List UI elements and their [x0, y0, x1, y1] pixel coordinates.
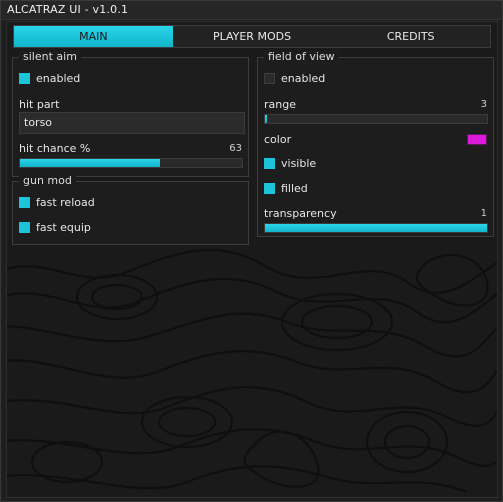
hit-chance-slider-fill — [20, 159, 160, 167]
silent-aim-enabled-label: enabled — [36, 71, 81, 85]
gun-mod-title: gun mod — [19, 175, 76, 187]
transparency-slider[interactable] — [264, 223, 488, 233]
fov-enabled-toggle[interactable]: enabled — [264, 71, 325, 85]
silent-aim-group: silent aim enabled hit part torso hit ch… — [12, 51, 249, 177]
fast-equip-label: fast equip — [36, 220, 91, 234]
range-slider-fill — [265, 115, 268, 123]
fast-reload-toggle[interactable]: fast reload — [19, 195, 95, 209]
hit-part-dropdown[interactable]: torso — [19, 112, 245, 134]
field-of-view-title: field of view — [264, 51, 339, 63]
window-title: ALCATRAZ UI - v1.0.1 — [7, 3, 129, 16]
fov-filled-label: filled — [281, 181, 308, 195]
fast-reload-checkbox[interactable] — [19, 196, 30, 208]
silent-aim-title: silent aim — [19, 51, 81, 63]
fov-visible-toggle[interactable]: visible — [264, 156, 316, 170]
range-value: 3 — [480, 99, 487, 110]
hit-chance-value: 63 — [229, 143, 242, 154]
color-label: color — [264, 133, 292, 146]
fov-color-swatch[interactable] — [467, 134, 487, 145]
fov-enabled-checkbox[interactable] — [264, 72, 275, 84]
fov-filled-toggle[interactable]: filled — [264, 181, 308, 195]
fov-visible-label: visible — [281, 156, 317, 170]
field-of-view-group: field of view enabled range 3 color visi… — [257, 51, 494, 237]
fov-visible-checkbox[interactable] — [264, 157, 275, 169]
tab-main[interactable]: MAIN — [14, 26, 173, 47]
transparency-slider-fill — [265, 224, 487, 232]
hit-part-value: torso — [24, 116, 53, 129]
silent-aim-enabled-toggle[interactable]: enabled — [19, 71, 80, 85]
fast-equip-checkbox[interactable] — [19, 221, 30, 233]
fast-reload-label: fast reload — [36, 195, 95, 209]
tab-credits[interactable]: CREDITS — [331, 26, 490, 47]
fov-enabled-label: enabled — [281, 71, 326, 85]
hit-chance-slider[interactable] — [19, 158, 243, 168]
tab-bar: MAIN PLAYER MODS CREDITS — [13, 25, 491, 48]
transparency-value: 1 — [480, 208, 487, 219]
content-area: MAIN PLAYER MODS CREDITS silent aim enab… — [6, 21, 498, 498]
range-label: range — [264, 98, 296, 111]
tab-player-mods[interactable]: PLAYER MODS — [173, 26, 332, 47]
fast-equip-toggle[interactable]: fast equip — [19, 220, 91, 234]
main-window: ALCATRAZ UI - v1.0.1 MAIN PLAYER MODS CR… — [0, 0, 503, 502]
title-bar[interactable]: ALCATRAZ UI - v1.0.1 — [1, 1, 502, 20]
silent-aim-enabled-checkbox[interactable] — [19, 72, 30, 84]
hit-part-label: hit part — [19, 98, 60, 111]
range-slider[interactable] — [264, 114, 488, 124]
gun-mod-group: gun mod fast reload fast equip — [12, 175, 249, 245]
fov-filled-checkbox[interactable] — [264, 182, 275, 194]
transparency-label: transparency — [264, 207, 337, 220]
hit-chance-label: hit chance % — [19, 142, 91, 155]
